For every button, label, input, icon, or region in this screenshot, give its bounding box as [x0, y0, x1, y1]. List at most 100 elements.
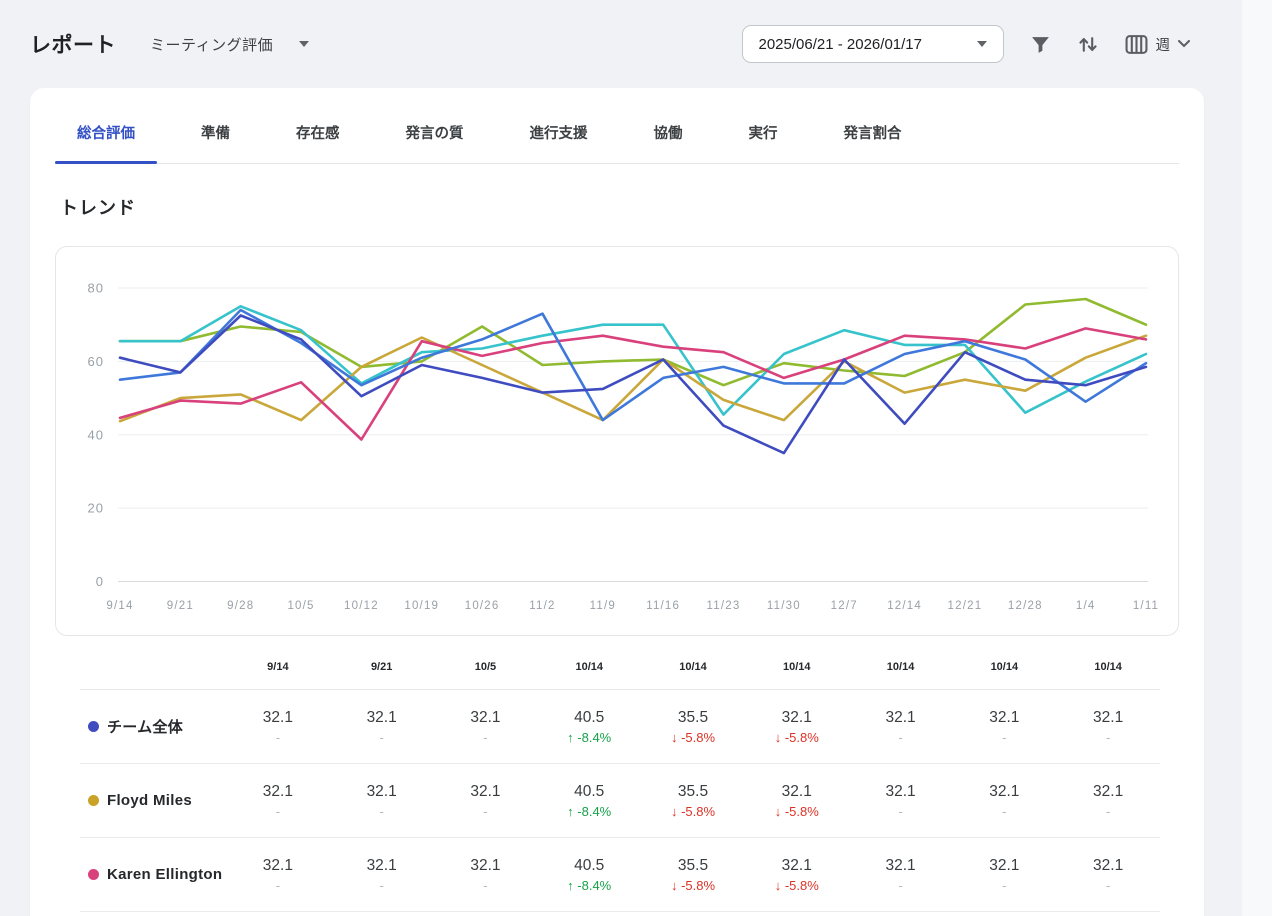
date-range-value: 2025/06/21 - 2026/01/17 — [759, 36, 922, 53]
legend-item[interactable]: チーム全体 — [80, 716, 226, 737]
y-axis-tick: 0 — [96, 574, 104, 589]
cell-delta-empty: - — [434, 804, 538, 819]
legend-dot-icon — [88, 869, 99, 880]
topbar: レポート ミーティング評価 2025/06/21 - 2026/01/17 週 — [0, 0, 1272, 88]
tab-overall[interactable]: 総合評価 — [55, 124, 157, 163]
column-header: 10/14 — [849, 661, 953, 673]
cell-value: 32.1 — [849, 709, 953, 727]
value-cell: 32.1- — [434, 857, 538, 893]
value-cell: 32.1- — [1056, 857, 1160, 893]
value-cell: 40.5↑ -8.4% — [537, 857, 641, 893]
cell-value: 32.1 — [1056, 783, 1160, 801]
value-cell: 32.1 ↓ -5.8% — [745, 857, 849, 893]
x-axis-tick: 1/11 — [1133, 600, 1159, 612]
value-cell: 32.1 - — [1056, 709, 1160, 745]
cell-value: 32.1 — [952, 783, 1056, 801]
cell-delta-empty: - — [849, 730, 953, 745]
cell-value: 40.5 — [537, 783, 641, 801]
report-type-selector[interactable]: ミーティング評価 — [150, 34, 309, 55]
column-header: 10/14 — [1056, 661, 1160, 673]
value-cell: 32.1↓ -5.8% — [745, 783, 849, 819]
cell-delta-empty: - — [1056, 804, 1160, 819]
x-axis-tick: 12/7 — [831, 600, 858, 612]
cell-value: 32.1 — [745, 857, 849, 875]
tab-execution[interactable]: 実行 — [727, 124, 800, 163]
cell-value: 32.1 — [330, 783, 434, 801]
cell-delta: ↓ -5.8% — [745, 878, 849, 893]
x-axis-tick: 12/14 — [887, 600, 922, 612]
cell-value: 35.5 — [641, 709, 745, 727]
cell-value: 32.1 — [226, 857, 330, 875]
x-axis-tick: 12/21 — [948, 600, 983, 612]
column-header: 10/14 — [745, 661, 849, 673]
tab-speech-quality[interactable]: 発言の質 — [384, 124, 486, 163]
value-cell: 32.1 ↓ -5.8% — [745, 709, 849, 745]
legend-item[interactable]: Floyd Miles — [80, 792, 226, 809]
scrollbar-track[interactable] — [1242, 0, 1272, 916]
cell-delta-empty: - — [226, 878, 330, 893]
column-header: 10/5 — [434, 661, 538, 673]
value-cell: 32.1- — [952, 857, 1056, 893]
granularity-selector[interactable]: 週 — [1125, 34, 1191, 55]
chevron-down-icon — [299, 41, 309, 47]
tab-preparation[interactable]: 準備 — [179, 124, 252, 163]
value-cell: 32.1- — [330, 709, 434, 745]
value-cell: 32.1 - — [952, 709, 1056, 745]
cell-delta-empty: - — [952, 804, 1056, 819]
cell-delta-empty: - — [952, 730, 1056, 745]
cell-value: 40.5 — [537, 709, 641, 727]
table-row: Floyd Miles32.1-32.1-32.1-40.5↑ -8.4%35.… — [80, 764, 1160, 838]
x-axis-tick: 1/4 — [1076, 600, 1096, 612]
y-axis-tick: 40 — [88, 427, 104, 442]
value-cell: 32.1- — [849, 857, 953, 893]
cell-value: 32.1 — [745, 783, 849, 801]
value-cell: 32.1 - — [330, 783, 434, 819]
value-cell: 32.1 - — [1056, 783, 1160, 819]
cell-delta: ↓ -5.8% — [745, 730, 849, 745]
cell-delta-empty: - — [226, 804, 330, 819]
x-axis-tick: 11/23 — [707, 600, 741, 612]
filter-icon[interactable] — [1030, 34, 1051, 55]
value-cell: 32.1 - — [849, 709, 953, 745]
column-header: 10/14 — [641, 661, 745, 673]
cell-value: 32.1 — [745, 709, 849, 727]
chevron-down-icon — [1178, 40, 1190, 48]
cell-delta-empty: - — [330, 804, 434, 819]
tab-speech-ratio[interactable]: 発言割合 — [822, 124, 924, 163]
cell-delta-empty: - — [1056, 878, 1160, 893]
report-card: 総合評価準備存在感発言の質進行支援協働実行発言割合 トレンド 806040200… — [30, 88, 1204, 916]
legend-item[interactable]: Karen Ellington — [80, 866, 226, 883]
tab-facilitation[interactable]: 進行支援 — [508, 124, 610, 163]
cell-value: 32.1 — [1056, 709, 1160, 727]
value-cell: 40.5 ↑ -8.4% — [537, 783, 641, 819]
chevron-down-icon — [977, 41, 987, 47]
table-row: チーム全体32.1-32.1-32.1-40.5↑ -8.4%35.5↓ -5.… — [80, 690, 1160, 764]
value-cell: 35.5↓ -5.8% — [641, 709, 745, 745]
cell-value: 32.1 — [952, 709, 1056, 727]
tab-collaboration[interactable]: 協働 — [632, 124, 705, 163]
trend-chart-svg: 8060402009/149/219/2810/510/1210/1910/26… — [56, 247, 1178, 635]
x-axis-tick: 11/30 — [767, 600, 801, 612]
trend-chart: 8060402009/149/219/2810/510/1210/1910/26… — [55, 246, 1179, 636]
x-axis-tick: 10/12 — [344, 600, 379, 612]
date-range-picker[interactable]: 2025/06/21 - 2026/01/17 — [742, 25, 1004, 63]
sort-icon[interactable] — [1077, 34, 1099, 55]
cell-delta-empty: - — [1056, 730, 1160, 745]
value-cell: 32.1 - — [226, 857, 330, 893]
value-cell: 32.1- — [434, 709, 538, 745]
column-header: 10/14 — [952, 661, 1056, 673]
cell-delta-empty: - — [434, 730, 538, 745]
cell-value: 32.1 — [434, 783, 538, 801]
tab-presence[interactable]: 存在感 — [274, 124, 362, 163]
page-title: レポート — [30, 29, 116, 59]
cell-value: 32.1 — [226, 783, 330, 801]
column-header: 10/14 — [537, 661, 641, 673]
x-axis-tick: 11/9 — [590, 600, 616, 612]
legend-dot-icon — [88, 795, 99, 806]
x-axis-tick: 10/26 — [465, 600, 500, 612]
tab-bar: 総合評価準備存在感発言の質進行支援協働実行発言割合 — [55, 88, 1179, 164]
cell-delta: ↑ -8.4% — [537, 804, 641, 819]
row-name: Karen Ellington — [107, 866, 222, 883]
cell-value: 32.1 — [849, 783, 953, 801]
cell-value: 32.1 — [330, 709, 434, 727]
